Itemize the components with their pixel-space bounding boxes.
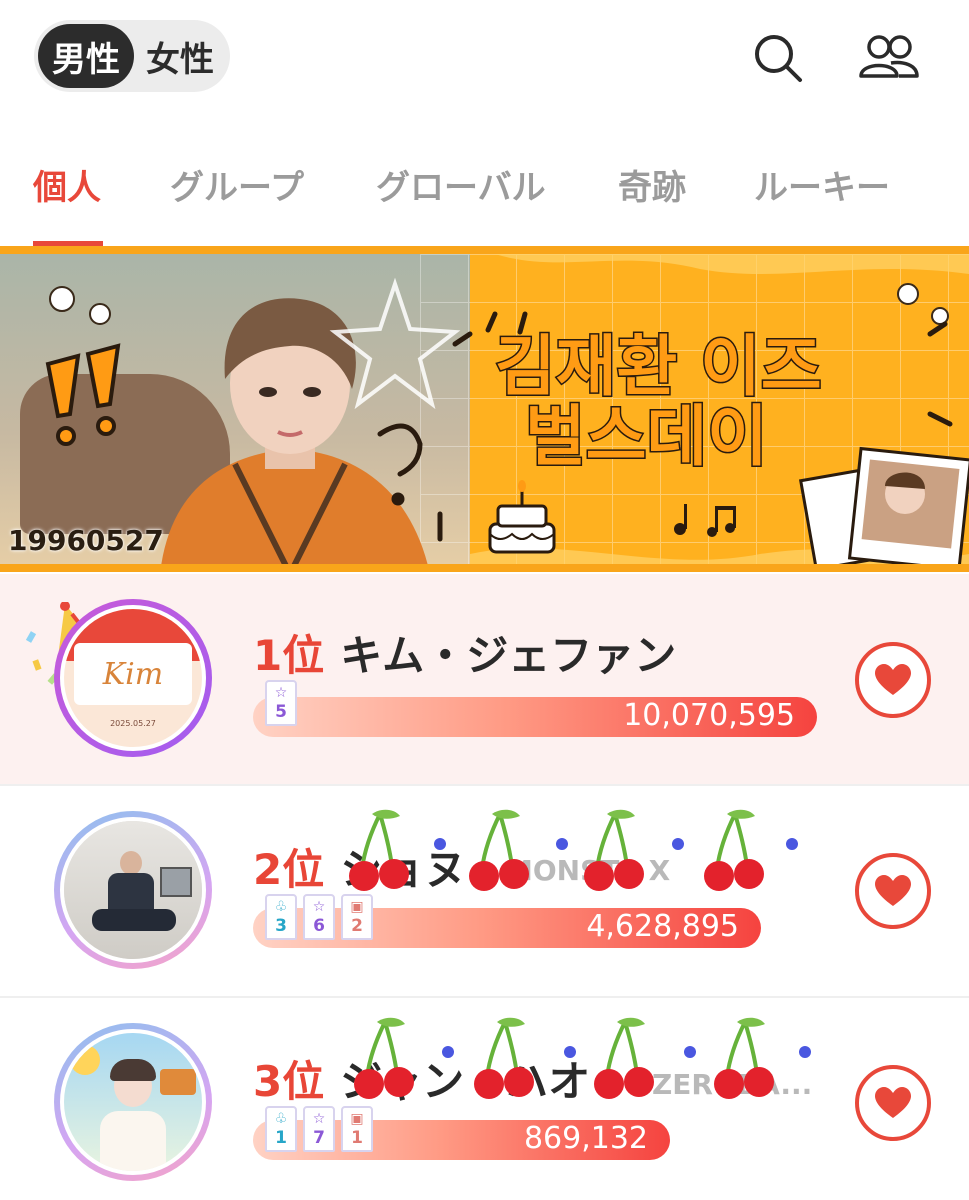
- wing-badge: ♧ 3: [265, 894, 297, 940]
- badge-count: 7: [313, 1128, 325, 1148]
- category-tabs: 個人 グループ グローバル 奇跡 ルーキー: [0, 140, 969, 248]
- music-note-icon: [674, 504, 736, 537]
- vote-count: 10,070,595: [623, 698, 795, 733]
- group-name: ZEROBA...: [652, 1068, 813, 1101]
- ranking-row-3[interactable]: 3位 ジャン・ハオ ZEROBA... 869,132 ♧ 1 ☆ 7 ▣ 1: [0, 998, 969, 1200]
- badge-count: 1: [351, 1128, 363, 1148]
- star-icon: ☆: [274, 685, 288, 701]
- vote-count: 4,628,895: [586, 909, 739, 944]
- badge-list-2: ♧ 3 ☆ 6 ▣ 2: [265, 894, 373, 940]
- vote-heart-button[interactable]: [855, 853, 931, 929]
- rank-number: 2位: [253, 845, 325, 894]
- avatar-rank-2[interactable]: [54, 811, 212, 969]
- rank-title-1: 1位 キム・ジェファン: [253, 622, 676, 683]
- badge-list-1: ☆ 5: [265, 680, 297, 726]
- ranking-row-2[interactable]: 2位 ショヌ MONSTA X 4,628,895 ♧ 3 ☆ 6 ▣ 2: [0, 786, 969, 998]
- heart-icon: [875, 875, 911, 906]
- cake-badge: ▣ 1: [341, 1106, 373, 1152]
- event-banner[interactable]: 김재환 이즈 벌스데이 19960527: [0, 246, 969, 572]
- artist-name: キム・ジェファン: [340, 631, 677, 680]
- badge-count: 2: [351, 916, 363, 936]
- banner-title: 김재환 이즈 벌스데이: [494, 328, 935, 475]
- star-badge: ☆ 7: [303, 1106, 335, 1152]
- cake-icon: ▣: [350, 899, 364, 915]
- wing-badge: ♧ 1: [265, 1106, 297, 1152]
- star-icon: ☆: [312, 1111, 326, 1127]
- rank-number: 3位: [253, 1057, 325, 1106]
- search-icon[interactable]: [750, 30, 806, 86]
- rank-title-2: 2位 ショヌ: [253, 836, 466, 897]
- heart-icon: [875, 664, 911, 695]
- vote-count: 869,132: [523, 1121, 648, 1156]
- banner-title-line2: 벌스데이: [524, 398, 770, 475]
- heart-icon: [875, 1087, 911, 1118]
- gender-male-option[interactable]: 男性: [38, 24, 134, 88]
- rank-number: 1位: [253, 631, 325, 680]
- gender-toggle[interactable]: 男性 女性: [34, 20, 230, 92]
- badge-list-3: ♧ 1 ☆ 7 ▣ 1: [265, 1106, 373, 1152]
- avatar-date-text: 2025.05.27: [110, 719, 156, 728]
- cake-icon: [488, 480, 556, 554]
- badge-count: 3: [275, 916, 287, 936]
- badge-count: 6: [313, 916, 325, 936]
- banner-title-line1: 김재환 이즈: [494, 328, 824, 405]
- badge-count: 1: [275, 1128, 287, 1148]
- artist-name: ショヌ: [340, 845, 467, 894]
- top-bar: 男性 女性: [0, 0, 969, 115]
- rank-title-3: 3位 ジャン・ハオ: [253, 1048, 590, 1109]
- avatar-logo-text: Kim: [102, 657, 164, 692]
- star-badge: ☆ 6: [303, 894, 335, 940]
- wing-icon: ♧: [274, 899, 288, 915]
- gender-female-option[interactable]: 女性: [134, 24, 226, 88]
- tab-group[interactable]: グループ: [170, 160, 304, 209]
- tab-miracle[interactable]: 奇跡: [618, 160, 686, 209]
- badge-count: 5: [275, 702, 287, 722]
- tab-global[interactable]: グローバル: [376, 160, 546, 209]
- vote-bar-1: 10,070,595: [253, 697, 817, 737]
- tab-individual[interactable]: 個人: [33, 160, 101, 209]
- star-icon: ☆: [312, 899, 326, 915]
- cake-badge: ▣ 2: [341, 894, 373, 940]
- tab-rookie[interactable]: ルーキー: [754, 160, 890, 209]
- avatar-rank-1[interactable]: Kim 2025.05.27: [54, 599, 212, 757]
- vote-heart-button[interactable]: [855, 1065, 931, 1141]
- cake-icon: ▣: [350, 1111, 364, 1127]
- banner-date: 19960527: [8, 524, 164, 557]
- artist-name: ジャン・ハオ: [340, 1057, 591, 1106]
- avatar-rank-3[interactable]: [54, 1023, 212, 1181]
- people-icon[interactable]: [858, 30, 920, 86]
- vote-heart-button[interactable]: [855, 642, 931, 718]
- star-badge: ☆ 5: [265, 680, 297, 726]
- wing-icon: ♧: [274, 1111, 288, 1127]
- group-name: MONSTA X: [505, 854, 671, 887]
- ranking-row-1[interactable]: Kim 2025.05.27 1位 キム・ジェファン 10,070,595 ☆ 5: [0, 574, 969, 786]
